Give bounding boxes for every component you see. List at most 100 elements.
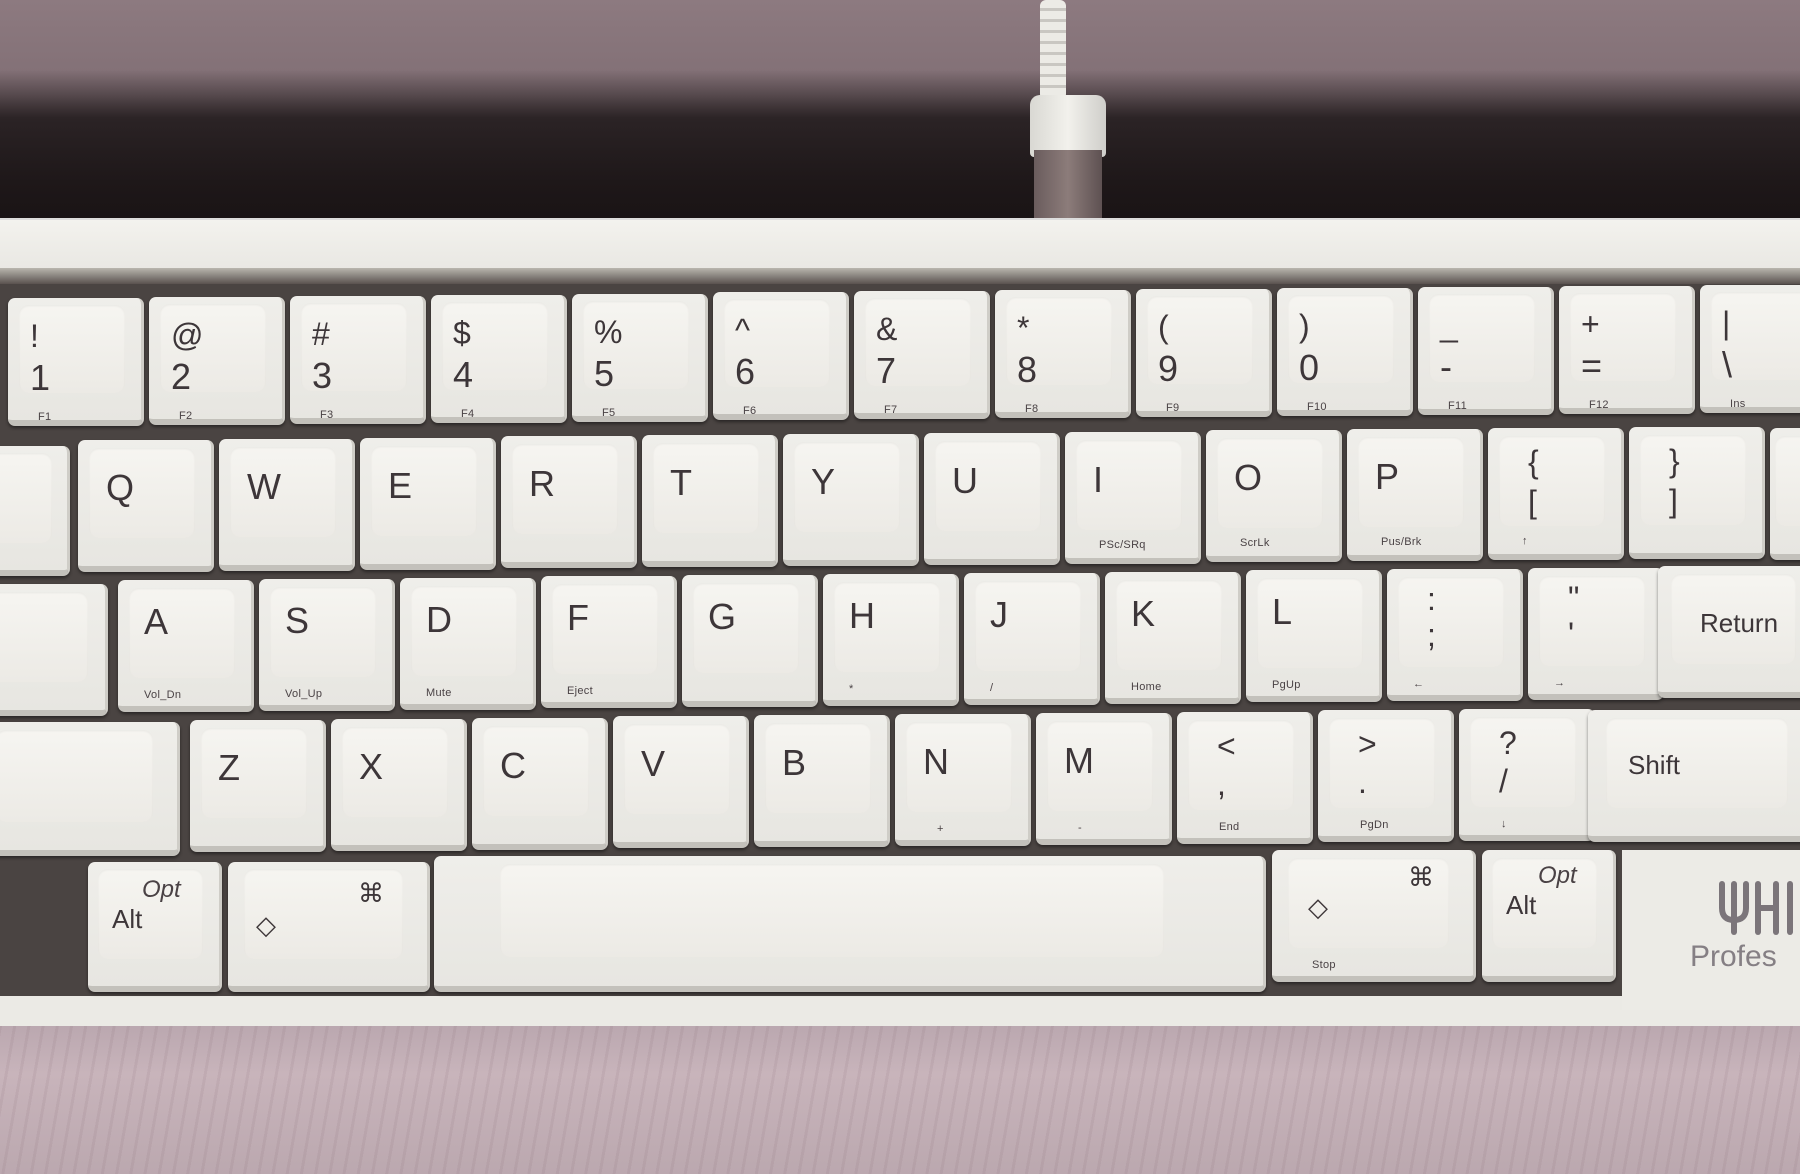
key-shift-legend: " bbox=[1568, 580, 1580, 616]
key-legend: T bbox=[670, 462, 692, 503]
key-T[interactable]: T bbox=[642, 435, 778, 567]
key-7[interactable]: & 7 F7 bbox=[854, 291, 990, 419]
key-legend: ' bbox=[1568, 616, 1575, 652]
key-D[interactable]: D Mute bbox=[400, 578, 536, 710]
key-,[interactable]: <, End bbox=[1177, 712, 1313, 844]
key-legend: ] bbox=[1669, 483, 1678, 519]
key-legend: 3 bbox=[312, 355, 333, 396]
key-3[interactable]: #3 F3 bbox=[290, 296, 426, 424]
key-8[interactable]: * 8 F8 bbox=[995, 290, 1131, 418]
key-E[interactable]: E bbox=[360, 438, 496, 570]
key-legend: I bbox=[1093, 459, 1104, 500]
key-shift-legend: > bbox=[1358, 726, 1377, 762]
key-fn-legend: ← bbox=[1413, 678, 1425, 690]
key-fn-legend: F5 bbox=[602, 407, 616, 419]
hhkb-logo-icon bbox=[1719, 881, 1793, 935]
key-return[interactable]: Return bbox=[1658, 566, 1800, 698]
key-fn-legend: F8 bbox=[1025, 403, 1039, 415]
key-Z[interactable]: Z bbox=[190, 720, 326, 852]
cable-neck bbox=[1034, 150, 1102, 220]
key-legend: B bbox=[782, 742, 807, 783]
key-F[interactable]: F Eject bbox=[541, 576, 677, 708]
key-I[interactable]: I PSc/SRq bbox=[1065, 432, 1201, 564]
key-legend: Alt bbox=[112, 904, 143, 934]
key-Q[interactable]: Q bbox=[78, 440, 214, 572]
key-alt-right[interactable]: Opt Alt bbox=[1482, 850, 1616, 982]
key-;[interactable]: :; ← bbox=[1387, 569, 1523, 701]
key-'[interactable]: " ' → bbox=[1528, 568, 1664, 700]
keyboard-photo: ! 1 F1 @2 F2 #3 F3 $4 F4% 5 F5 ^ 6 F6 & 7 F7 * 8 F8(9 F9) 0 F1… bbox=[0, 0, 1800, 1174]
key-1[interactable]: ! 1 F1 bbox=[8, 298, 144, 426]
key-fn-legend: F10 bbox=[1307, 401, 1327, 413]
key-control[interactable] bbox=[0, 584, 108, 716]
key-alt-left[interactable]: Opt Alt bbox=[88, 862, 222, 992]
key-legend: X bbox=[359, 746, 384, 787]
key-space[interactable] bbox=[434, 856, 1266, 992]
key-tab[interactable] bbox=[0, 446, 70, 576]
key-fn-legend: * bbox=[849, 683, 854, 695]
key-fn-legend: ↑ bbox=[1522, 535, 1528, 547]
key-shift-left[interactable] bbox=[0, 722, 180, 856]
key-W[interactable]: W bbox=[219, 439, 355, 571]
key-legend: F bbox=[567, 597, 589, 638]
key-fn-legend: / bbox=[990, 682, 994, 694]
key-legend: Y bbox=[811, 461, 836, 502]
key-fn-legend: + bbox=[937, 823, 944, 835]
key-M[interactable]: M- bbox=[1036, 713, 1172, 845]
key-V[interactable]: V bbox=[613, 716, 749, 848]
key-command-right[interactable]: ⌘ ◇ Stop bbox=[1272, 850, 1476, 982]
key-=[interactable]: + = F12 bbox=[1559, 286, 1695, 414]
key-legend: M bbox=[1064, 740, 1094, 781]
key-legend: 7 bbox=[876, 350, 897, 391]
key-6[interactable]: ^ 6 F6 bbox=[713, 292, 849, 420]
key-.[interactable]: >. PgDn bbox=[1318, 710, 1454, 842]
key-fn-legend: Eject bbox=[567, 685, 593, 697]
key-opt-legend: Opt bbox=[142, 876, 181, 903]
key-K[interactable]: K Home bbox=[1105, 572, 1241, 704]
key-S[interactable]: S Vol_Up bbox=[259, 579, 395, 711]
key-legend: E bbox=[388, 465, 413, 506]
key-shift-right[interactable]: Shift bbox=[1588, 710, 1800, 842]
key-legend: = bbox=[1581, 345, 1603, 386]
key-fn-legend: → bbox=[1554, 677, 1566, 689]
key-N[interactable]: N + bbox=[895, 714, 1031, 846]
key-4[interactable]: $4 F4 bbox=[431, 295, 567, 423]
key-J[interactable]: J / bbox=[964, 573, 1100, 705]
key-5[interactable]: % 5 F5 bbox=[572, 294, 708, 422]
key-2[interactable]: @2 F2 bbox=[149, 297, 285, 425]
key-legend: 6 bbox=[735, 351, 756, 392]
key-legend: 8 bbox=[1017, 349, 1038, 390]
key--[interactable]: _ - F11 bbox=[1418, 287, 1554, 415]
key-[[interactable]: {[↑ bbox=[1488, 428, 1624, 560]
key-shift-legend: ! bbox=[30, 318, 39, 354]
key-legend: V bbox=[641, 743, 666, 784]
key-\[interactable]: | \ Ins bbox=[1700, 285, 1800, 413]
key-B[interactable]: B bbox=[754, 715, 890, 847]
key-9[interactable]: (9 F9 bbox=[1136, 289, 1272, 417]
key-Y[interactable]: Y bbox=[783, 434, 919, 566]
key-legend: S bbox=[285, 600, 310, 641]
key-delete[interactable] bbox=[1770, 428, 1800, 560]
key-0[interactable]: ) 0 F10 bbox=[1277, 288, 1413, 416]
key-legend: J bbox=[990, 594, 1008, 635]
key-fn-legend: F3 bbox=[320, 409, 334, 421]
key-L[interactable]: L PgUp bbox=[1246, 570, 1382, 702]
key-fn-legend: Pus/Brk bbox=[1381, 536, 1422, 548]
key-][interactable]: }] bbox=[1629, 427, 1765, 559]
key-shift-legend: : bbox=[1427, 581, 1436, 617]
key-C[interactable]: C bbox=[472, 718, 608, 850]
key-H[interactable]: H * bbox=[823, 574, 959, 706]
key-/[interactable]: ? / ↓ bbox=[1459, 709, 1595, 841]
key-A[interactable]: A Vol_Dn bbox=[118, 580, 254, 712]
key-P[interactable]: P Pus/Brk bbox=[1347, 429, 1483, 561]
key-fn-legend: F12 bbox=[1589, 399, 1609, 411]
key-command-left[interactable]: ⌘ ◇ bbox=[228, 862, 430, 992]
key-fn-legend: F9 bbox=[1166, 402, 1180, 414]
key-legend: . bbox=[1358, 764, 1367, 800]
key-G[interactable]: G bbox=[682, 575, 818, 707]
key-O[interactable]: O ScrLk bbox=[1206, 430, 1342, 562]
key-legend: A bbox=[144, 601, 169, 642]
key-R[interactable]: R bbox=[501, 436, 637, 568]
key-X[interactable]: X bbox=[331, 719, 467, 851]
key-U[interactable]: U bbox=[924, 433, 1060, 565]
